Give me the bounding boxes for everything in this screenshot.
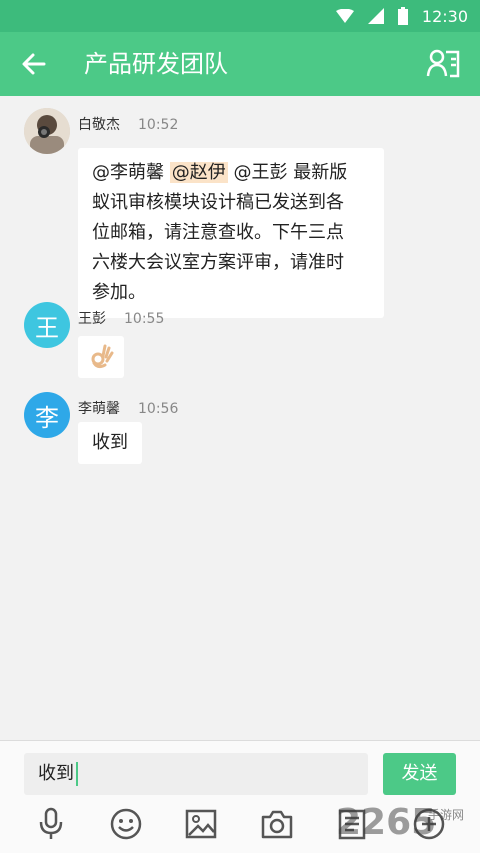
battery-icon [397, 7, 408, 25]
message-meta: 李萌馨 10:56 [78, 398, 178, 418]
watermark-text: 手游网 [428, 808, 465, 822]
avatar[interactable]: 李 [24, 392, 70, 438]
message-bubble[interactable]: @李萌馨 @赵伊 @王彭 最新版 蚁讯审核模块设计稿已发送到各 位邮箱，请注意查… [78, 148, 384, 318]
message-line: 蚁讯审核模块设计稿已发送到各 [92, 192, 344, 213]
group-members-icon[interactable] [426, 48, 460, 80]
avatar[interactable]: 王 [24, 302, 70, 348]
mention-highlighted[interactable]: @赵伊 [169, 162, 228, 183]
status-bar: 12:30 [0, 0, 480, 32]
watermark-logo: 2265 手游网 [336, 800, 480, 853]
message-time: 10:56 [138, 401, 179, 417]
message-line: 六楼大会议室方案评审，请准时 [92, 252, 344, 273]
message-line: 位邮箱，请注意查收。下午三点 [92, 222, 344, 243]
message-meta: 王彭 10:55 [78, 308, 164, 328]
mention[interactable]: @李萌馨 [92, 162, 164, 183]
message-line: @李萌馨 @赵伊 @王彭 最新版 [92, 158, 370, 188]
message-bubble[interactable]: 收到 [78, 422, 142, 464]
message-bubble[interactable] [78, 336, 124, 378]
camera-icon[interactable] [260, 807, 294, 841]
page-title: 产品研发团队 [84, 50, 228, 78]
send-button[interactable]: 发送 [383, 753, 456, 795]
signal-icon [367, 8, 384, 24]
status-time: 12:30 [421, 6, 468, 26]
chat-area[interactable]: 白敬杰 10:52 @李萌馨 @赵伊 @王彭 最新版 蚁讯审核模块设计稿已发送到各… [0, 96, 480, 740]
microphone-icon[interactable] [34, 807, 68, 841]
avatar[interactable] [24, 108, 70, 154]
app-bar: 产品研发团队 [0, 32, 480, 96]
text-caret [76, 762, 78, 786]
arrow-left-icon[interactable] [18, 48, 50, 80]
smiley-icon[interactable] [109, 807, 143, 841]
sender-name: 王彭 [78, 311, 106, 327]
message-time: 10:52 [138, 117, 179, 133]
message-text: 最新版 [287, 162, 348, 183]
wifi-icon [335, 9, 354, 23]
sender-name: 李萌馨 [78, 401, 120, 417]
mention[interactable]: @王彭 [233, 162, 287, 183]
message-line: 参加。 [92, 282, 146, 303]
message-meta: 白敬杰 10:52 [78, 114, 178, 134]
sender-name: 白敬杰 [78, 117, 120, 133]
message-input-value: 收到 [38, 763, 74, 784]
watermark-digits: 2265 [336, 802, 437, 843]
message-time: 10:55 [124, 311, 165, 327]
message-input[interactable]: 收到 [24, 753, 368, 795]
image-icon[interactable] [184, 807, 218, 841]
ok-hand-emoji-icon [91, 344, 114, 369]
